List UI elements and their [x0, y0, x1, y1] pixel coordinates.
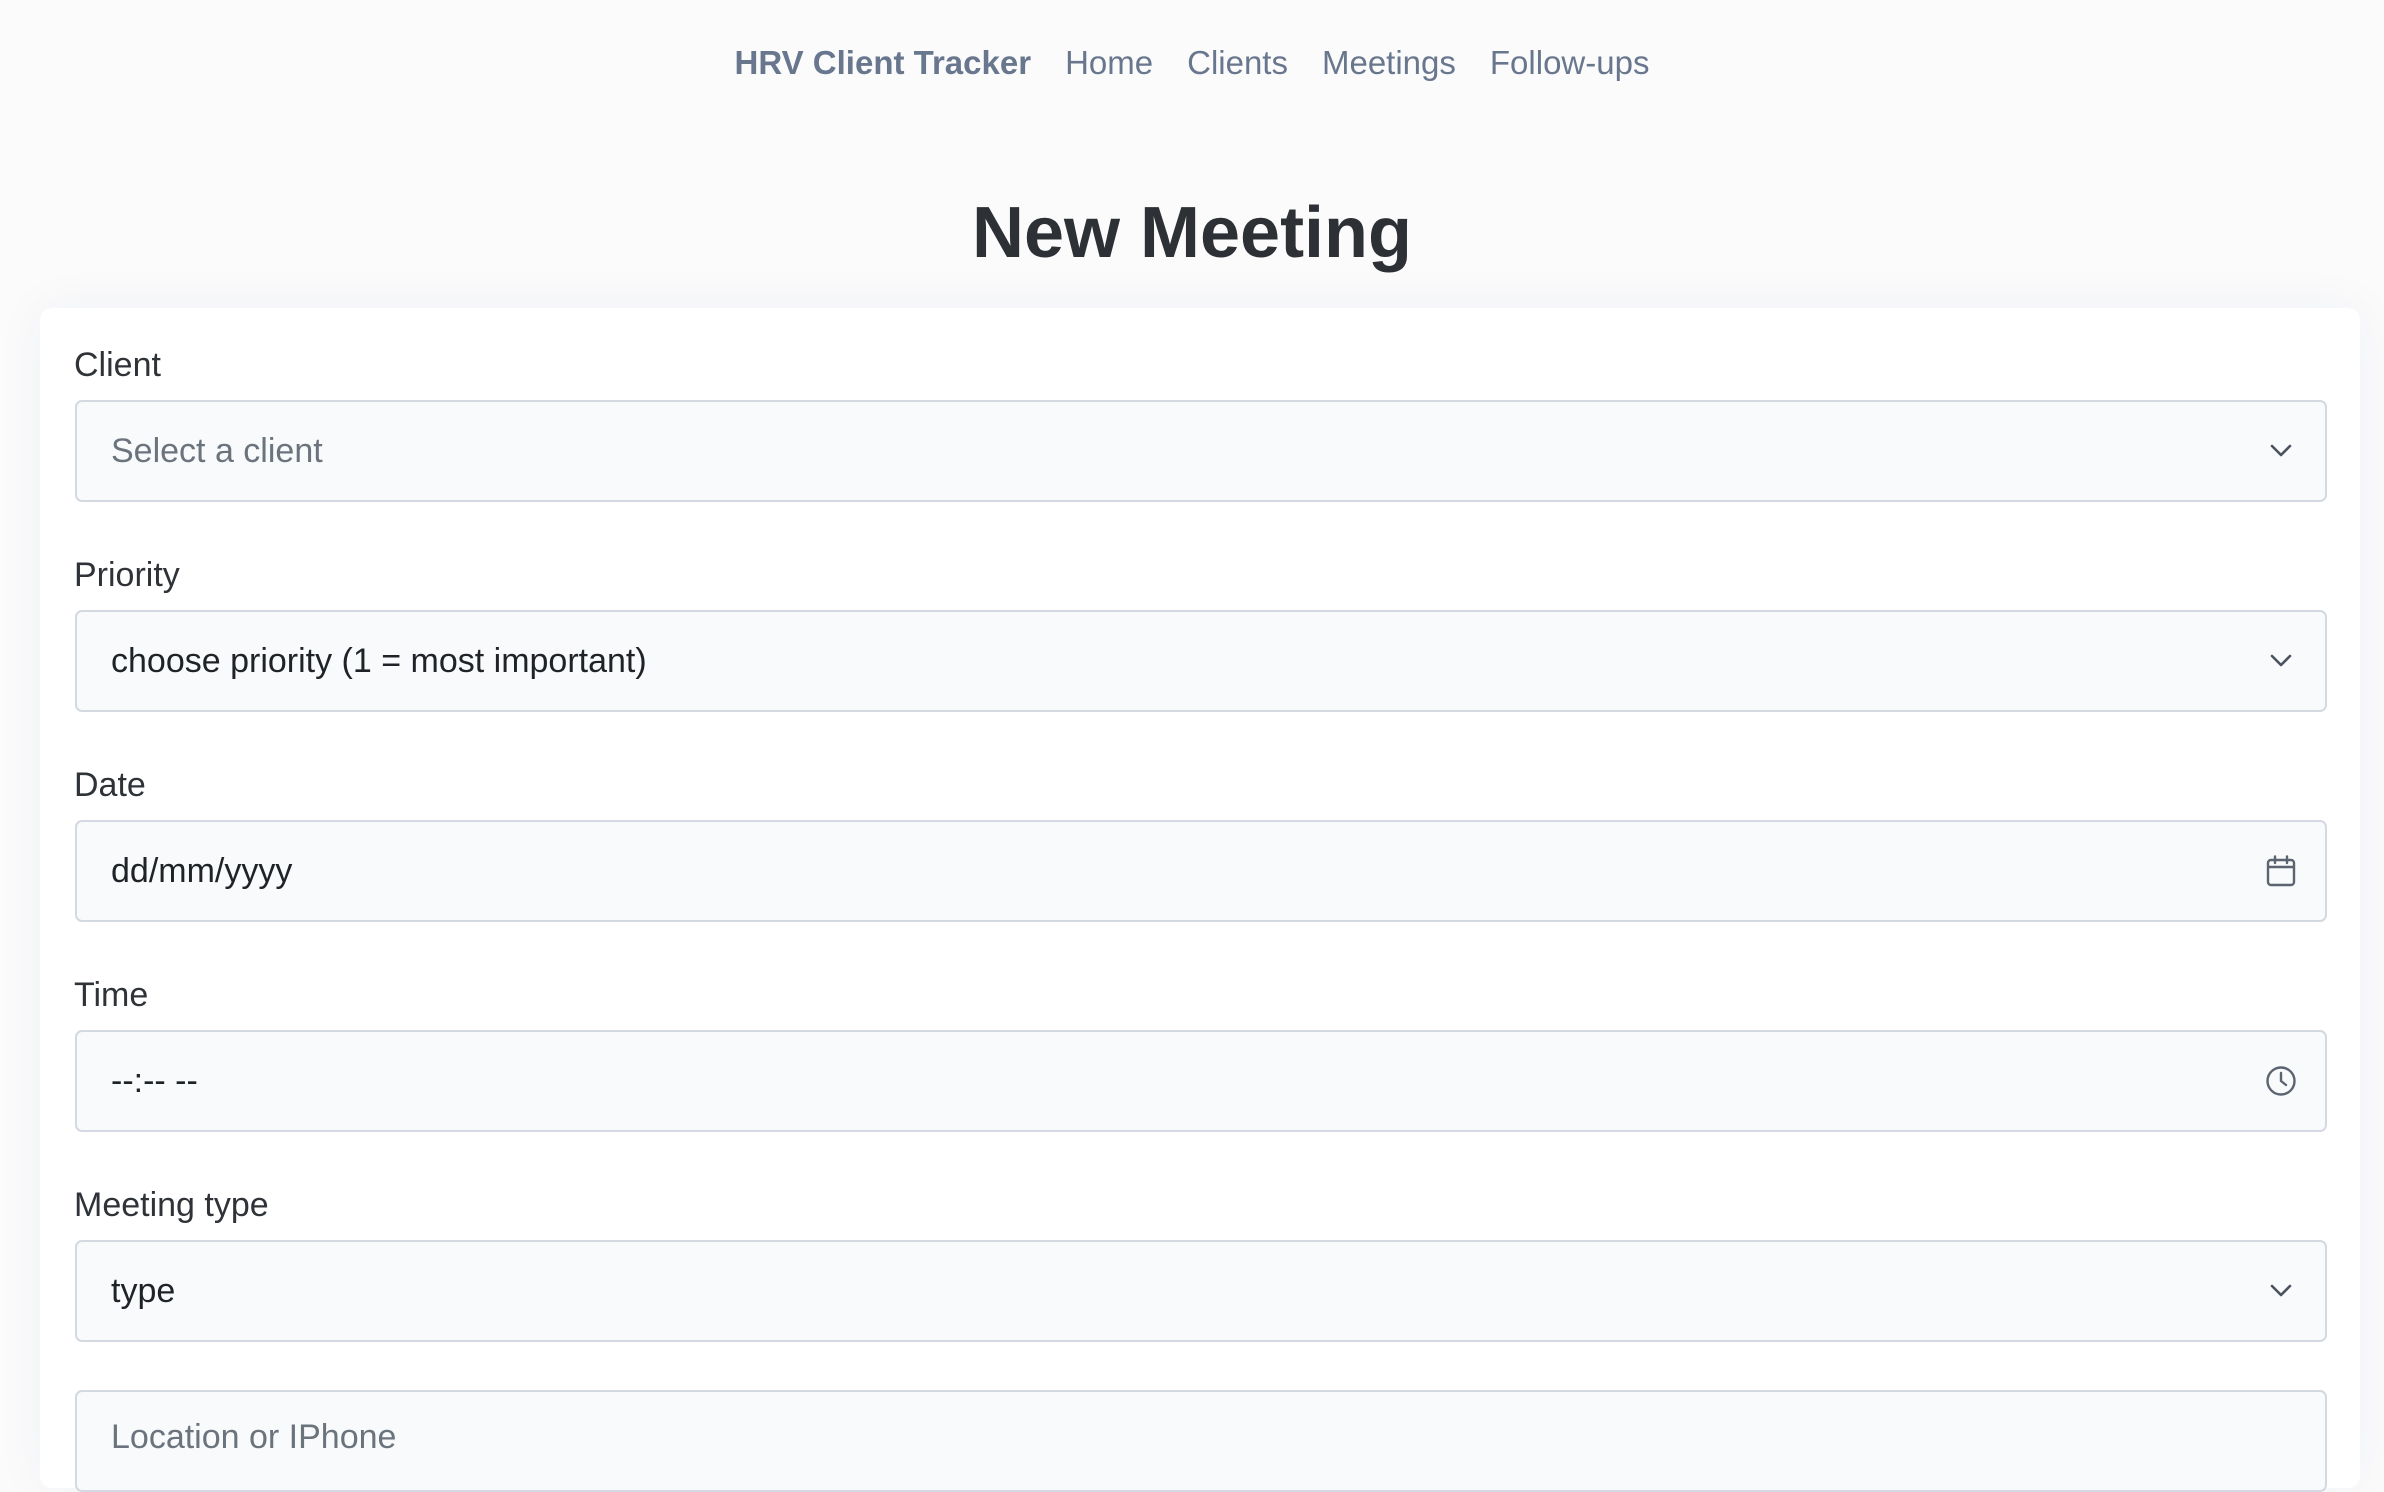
time-label: Time [74, 976, 149, 1014]
nav-link-clients[interactable]: Clients [1187, 44, 1288, 82]
chevron-down-icon [2265, 645, 2297, 677]
nav-link-meetings[interactable]: Meetings [1322, 44, 1456, 82]
meeting-type-select[interactable]: type [75, 1240, 2327, 1342]
priority-select-value: choose priority (1 = most important) [111, 641, 647, 680]
page-title: New Meeting [971, 193, 1413, 273]
date-label: Date [74, 766, 146, 804]
priority-label: Priority [74, 556, 180, 594]
date-input[interactable]: dd/mm/yyyy [75, 820, 2327, 922]
brand-link[interactable]: HRV Client Tracker [735, 44, 1032, 82]
chevron-down-icon [2265, 1275, 2297, 1307]
date-input-value: dd/mm/yyyy [111, 851, 293, 890]
top-navigation: HRV Client Tracker Home Clients Meetings… [0, 44, 2384, 82]
client-select[interactable]: Select a client [75, 400, 2327, 502]
client-label: Client [74, 346, 161, 384]
nav-link-follow-ups[interactable]: Follow-ups [1490, 44, 1650, 82]
calendar-icon[interactable] [2265, 855, 2297, 887]
location-input[interactable]: Location or IPhone [75, 1390, 2327, 1492]
priority-select[interactable]: choose priority (1 = most important) [75, 610, 2327, 712]
time-input-value: --:-- -- [111, 1061, 198, 1100]
clock-icon[interactable] [2265, 1065, 2297, 1097]
time-input[interactable]: --:-- -- [75, 1030, 2327, 1132]
meeting-type-select-value: type [111, 1271, 176, 1310]
client-select-value: Select a client [111, 431, 323, 470]
chevron-down-icon [2265, 435, 2297, 467]
meeting-type-label: Meeting type [74, 1186, 269, 1224]
nav-link-home[interactable]: Home [1065, 44, 1153, 82]
